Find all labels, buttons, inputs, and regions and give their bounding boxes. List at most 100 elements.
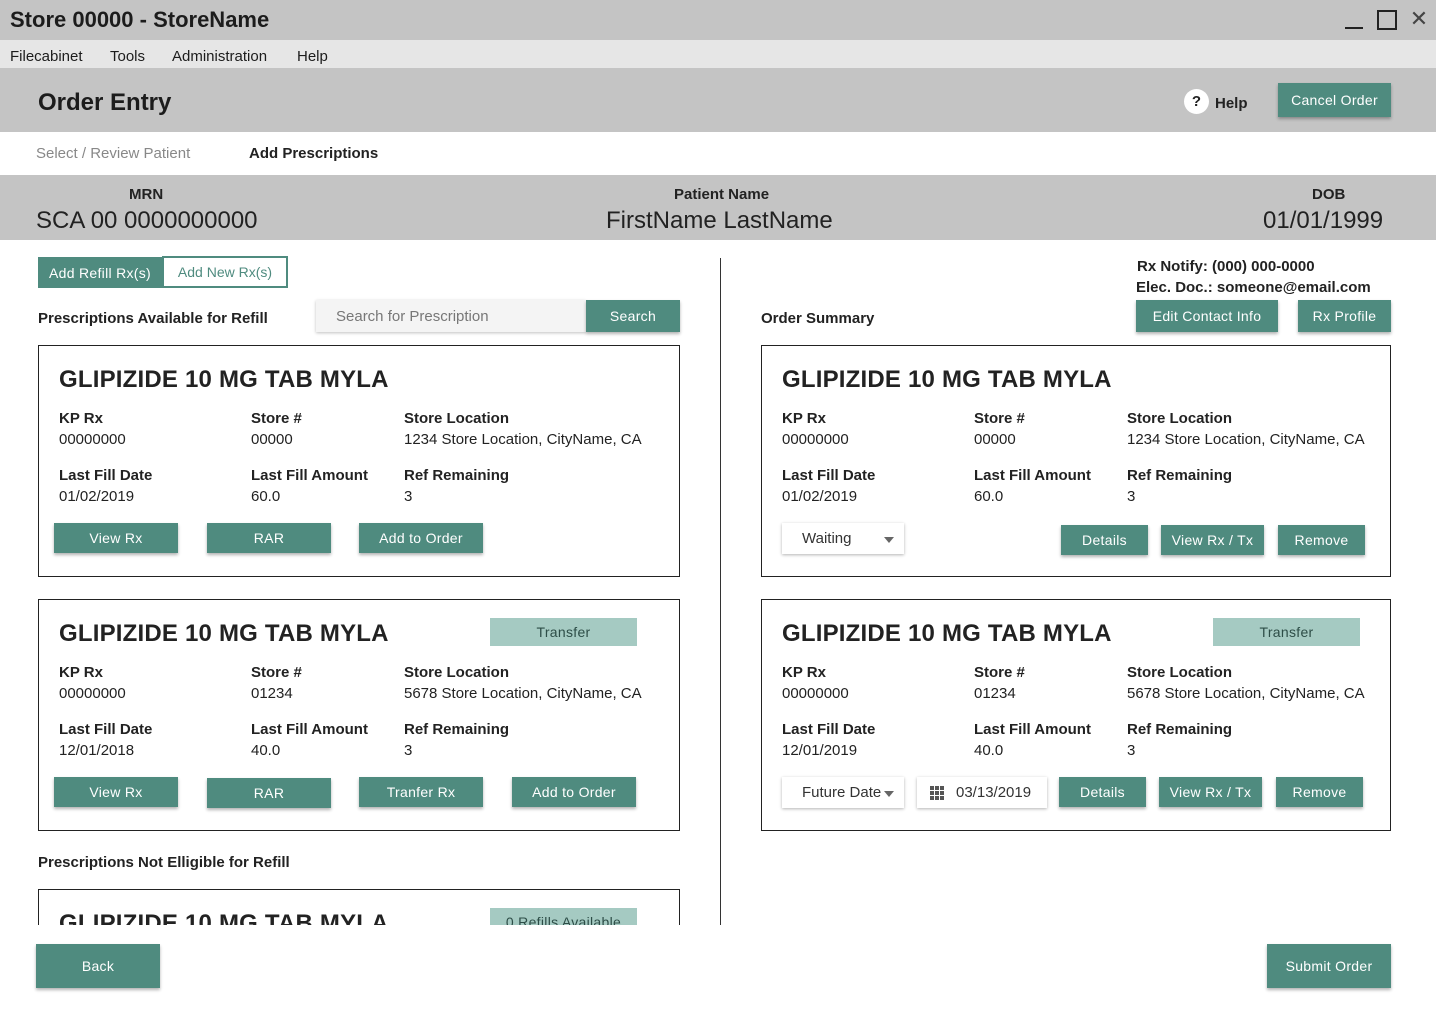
- back-button[interactable]: Back: [36, 944, 160, 988]
- minimize-icon[interactable]: [1343, 8, 1365, 30]
- kp-rx-value: 00000000: [59, 431, 126, 448]
- store-number-value: 01234: [974, 685, 1016, 702]
- details-button[interactable]: Details: [1061, 525, 1148, 555]
- store-number-value: 00000: [974, 431, 1016, 448]
- view-rx-button[interactable]: View Rx: [54, 777, 178, 807]
- chevron-down-icon: [884, 791, 894, 797]
- menu-filecabinet[interactable]: Filecabinet: [10, 48, 83, 65]
- refills-available-badge: 0 Refills Available: [490, 908, 637, 925]
- rx-profile-button[interactable]: Rx Profile: [1298, 300, 1391, 332]
- cancel-order-button[interactable]: Cancel Order: [1278, 83, 1391, 117]
- add-to-order-button[interactable]: Add to Order: [512, 777, 636, 807]
- transfer-badge: Transfer: [1213, 618, 1360, 646]
- drug-name: GLIPIZIDE 10 MG TAB MYLA: [782, 366, 1112, 393]
- title-bar: Store 00000 - StoreName ✕: [0, 0, 1436, 40]
- chevron-down-icon: [884, 537, 894, 543]
- menu-tools[interactable]: Tools: [110, 48, 145, 65]
- elec-doc: Elec. Doc.: someone@email.com: [1136, 279, 1371, 296]
- drug-name: GLIPIZIDE 10 MG TAB MYLA: [782, 620, 1112, 647]
- status-dropdown[interactable]: Waiting: [782, 523, 904, 554]
- help-link[interactable]: Help: [1215, 95, 1248, 112]
- ref-remaining-label: Ref Remaining: [404, 467, 510, 484]
- not-eligible-section-title: Prescriptions Not Elligible for Refill: [38, 854, 290, 871]
- patient-name-label: Patient Name: [674, 186, 770, 203]
- details-button[interactable]: Details: [1059, 777, 1146, 807]
- not-eligible-card: GLIPIZIDE 10 MG TAB MYLA 0 Refills Avail…: [38, 889, 680, 925]
- last-fill-date-label: Last Fill Date: [782, 721, 876, 738]
- step-add-prescriptions[interactable]: Add Prescriptions: [249, 145, 378, 162]
- menu-bar: Filecabinet Tools Administration Help: [0, 40, 1436, 68]
- maximize-icon[interactable]: [1375, 8, 1397, 30]
- order-summary-title: Order Summary: [761, 310, 875, 327]
- order-card: GLIPIZIDE 10 MG TAB MYLA Transfer KP Rx …: [761, 599, 1391, 831]
- order-card: GLIPIZIDE 10 MG TAB MYLA KP Rx 00000000 …: [761, 345, 1391, 577]
- future-date-picker[interactable]: 03/13/2019: [917, 777, 1047, 808]
- last-fill-amount-value: 60.0: [974, 488, 1004, 505]
- search-input[interactable]: [316, 300, 586, 332]
- kp-rx-label: KP Rx: [59, 664, 103, 681]
- page-title: Order Entry: [38, 89, 172, 116]
- view-rx-tx-button[interactable]: View Rx / Tx: [1161, 525, 1264, 555]
- last-fill-date-value: 12/01/2018: [59, 742, 135, 759]
- store-location-value: 1234 Store Location, CityName, CA: [404, 431, 642, 448]
- menu-help[interactable]: Help: [297, 48, 328, 65]
- ref-remaining-label: Ref Remaining: [404, 721, 510, 738]
- last-fill-amount-value: 40.0: [974, 742, 1004, 759]
- dob-label: DOB: [1312, 186, 1346, 203]
- last-fill-amount-label: Last Fill Amount: [974, 721, 1091, 738]
- page-header: Order Entry ? Help Cancel Order: [0, 68, 1436, 132]
- status-dropdown-value: Waiting: [802, 530, 852, 547]
- transfer-rx-button[interactable]: Tranfer Rx: [359, 777, 483, 807]
- edit-contact-info-button[interactable]: Edit Contact Info: [1136, 300, 1278, 332]
- kp-rx-label: KP Rx: [782, 664, 826, 681]
- store-number-label: Store #: [251, 664, 302, 681]
- store-location-value: 1234 Store Location, CityName, CA: [1127, 431, 1365, 448]
- ref-remaining-label: Ref Remaining: [1127, 721, 1233, 738]
- close-icon[interactable]: ✕: [1408, 8, 1430, 30]
- last-fill-amount-label: Last Fill Amount: [251, 467, 368, 484]
- refill-card: GLIPIZIDE 10 MG TAB MYLA KP Rx 00000000 …: [38, 345, 680, 577]
- remove-button[interactable]: Remove: [1278, 525, 1365, 555]
- store-number-label: Store #: [974, 410, 1025, 427]
- help-icon[interactable]: ?: [1184, 89, 1209, 114]
- tab-add-new-rx[interactable]: Add New Rx(s): [162, 256, 288, 288]
- status-dropdown[interactable]: Future Date: [782, 777, 904, 808]
- menu-administration[interactable]: Administration: [172, 48, 267, 65]
- ref-remaining-value: 3: [1127, 488, 1136, 505]
- store-location-label: Store Location: [404, 410, 510, 427]
- last-fill-amount-label: Last Fill Amount: [974, 467, 1091, 484]
- store-number-value: 00000: [251, 431, 293, 448]
- rar-button[interactable]: RAR: [207, 778, 331, 808]
- drug-name: GLIPIZIDE 10 MG TAB MYLA: [59, 366, 389, 393]
- last-fill-amount-value: 60.0: [251, 488, 281, 505]
- last-fill-date-value: 01/02/2019: [782, 488, 858, 505]
- store-location-value: 5678 Store Location, CityName, CA: [404, 685, 642, 702]
- store-location-value: 5678 Store Location, CityName, CA: [1127, 685, 1365, 702]
- window-title: Store 00000 - StoreName: [10, 7, 270, 32]
- remove-button[interactable]: Remove: [1276, 777, 1363, 807]
- dob-value: 01/01/1999: [1263, 207, 1384, 234]
- view-rx-tx-button[interactable]: View Rx / Tx: [1159, 777, 1262, 807]
- store-number-label: Store #: [251, 410, 302, 427]
- kp-rx-value: 00000000: [782, 685, 849, 702]
- kp-rx-label: KP Rx: [59, 410, 103, 427]
- add-to-order-button[interactable]: Add to Order: [359, 523, 483, 553]
- step-select-review-patient[interactable]: Select / Review Patient: [36, 145, 190, 162]
- view-rx-button[interactable]: View Rx: [54, 523, 178, 553]
- submit-order-button[interactable]: Submit Order: [1267, 944, 1391, 988]
- search-button[interactable]: Search: [586, 300, 680, 332]
- ref-remaining-value: 3: [404, 742, 413, 759]
- rx-notify: Rx Notify: (000) 000-0000: [1137, 258, 1315, 275]
- last-fill-date-label: Last Fill Date: [782, 467, 876, 484]
- last-fill-amount-label: Last Fill Amount: [251, 721, 368, 738]
- rar-button[interactable]: RAR: [207, 523, 331, 553]
- kp-rx-value: 00000000: [782, 431, 849, 448]
- last-fill-date-value: 01/02/2019: [59, 488, 135, 505]
- patient-info-band: MRN SCA 00 0000000000 Patient Name First…: [0, 175, 1436, 240]
- date-value: 03/13/2019: [956, 784, 1032, 801]
- store-number-label: Store #: [974, 664, 1025, 681]
- status-dropdown-value: Future Date: [802, 784, 882, 801]
- last-fill-date-value: 12/01/2019: [782, 742, 858, 759]
- ref-remaining-label: Ref Remaining: [1127, 467, 1233, 484]
- tab-add-refill-rx[interactable]: Add Refill Rx(s): [38, 257, 162, 288]
